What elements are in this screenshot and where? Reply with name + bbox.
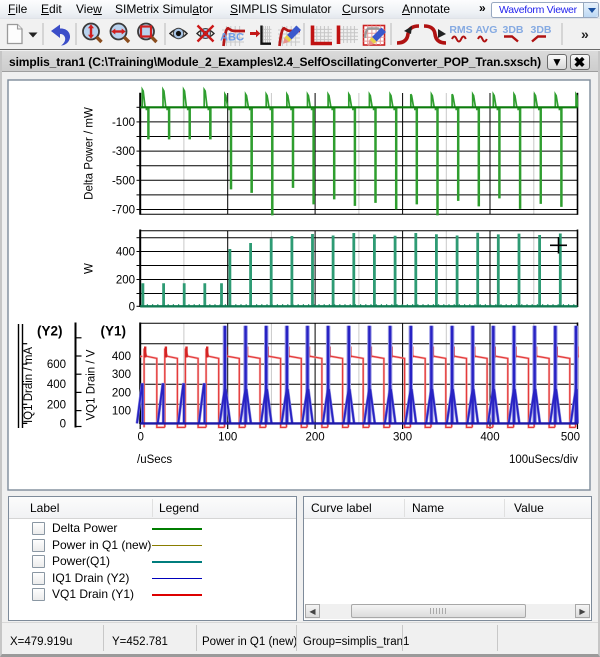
svg-text:IQ1 Drain / mA: IQ1 Drain / mA [23, 347, 35, 423]
svg-text:Delta Power / mW: Delta Power / mW [84, 107, 96, 200]
svg-text:200: 200 [112, 387, 131, 399]
svg-text:500: 500 [561, 432, 580, 444]
svg-text:100uSecs/div: 100uSecs/div [509, 454, 578, 466]
svg-text:400: 400 [112, 351, 131, 363]
svg-text:600: 600 [47, 359, 66, 371]
svg-text:VQ1 Drain / V: VQ1 Drain / V [86, 349, 98, 420]
svg-text:200: 200 [116, 275, 135, 287]
svg-text:400: 400 [480, 432, 499, 444]
svg-text:-100: -100 [112, 117, 135, 129]
svg-text:0: 0 [129, 301, 135, 313]
svg-text:100: 100 [112, 406, 131, 418]
svg-text:300: 300 [112, 369, 131, 381]
svg-text:300: 300 [393, 432, 412, 444]
svg-text:400: 400 [47, 379, 66, 391]
svg-text:(Y1): (Y1) [101, 324, 127, 339]
svg-text:-700: -700 [112, 205, 135, 217]
svg-text:0: 0 [137, 432, 143, 444]
svg-text:/uSecs: /uSecs [137, 454, 172, 466]
svg-text:400: 400 [116, 247, 135, 259]
svg-text:200: 200 [306, 432, 325, 444]
svg-text:W: W [84, 263, 96, 274]
svg-text:(Y2): (Y2) [37, 324, 63, 339]
svg-text:200: 200 [47, 399, 66, 411]
svg-text:-300: -300 [112, 146, 135, 158]
svg-text:-500: -500 [112, 175, 135, 187]
svg-text:100: 100 [218, 432, 237, 444]
svg-text:0: 0 [60, 418, 66, 430]
